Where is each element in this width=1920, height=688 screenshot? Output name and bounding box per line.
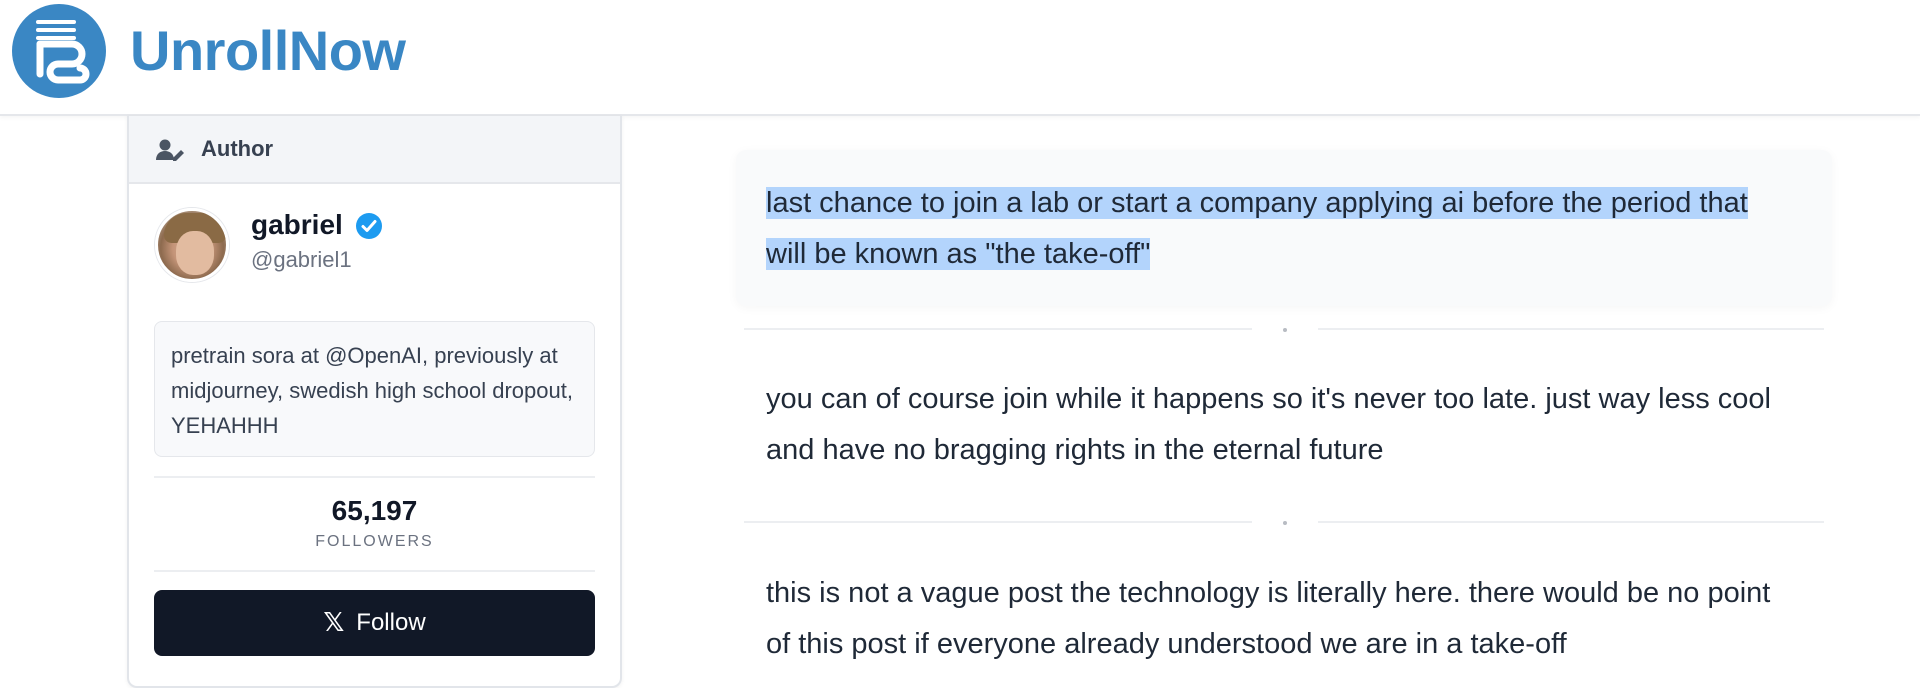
author-handle[interactable]: @gabriel1	[251, 246, 352, 274]
x-logo-icon: 𝕏	[323, 608, 345, 638]
thread-post-text: last chance to join a lab or start a com…	[766, 178, 1748, 280]
divider	[154, 476, 595, 478]
top-header: UnrollNow	[0, 0, 1920, 116]
thread-post-text: this is not a vague post the technology …	[766, 568, 1770, 670]
followers-label: FOLLOWERS	[315, 533, 434, 550]
follow-button-label: Follow	[356, 609, 426, 636]
author-card-header: Author	[129, 116, 620, 184]
post-line: will be known as "the take-off"	[766, 238, 1151, 270]
author-bio: pretrain sora at @OpenAI, previously at …	[154, 321, 595, 457]
divider	[154, 570, 595, 572]
followers-count: 65,197	[331, 495, 418, 526]
unrollnow-logo-icon[interactable]	[12, 4, 106, 98]
user-edit-icon	[155, 138, 185, 167]
separator-dot	[1283, 521, 1287, 525]
verified-badge-icon	[355, 212, 383, 245]
author-name[interactable]: gabriel	[251, 208, 343, 242]
post-line: last chance to join a lab or start a com…	[766, 187, 1748, 219]
post-line: you can of course join while it happens …	[766, 383, 1771, 415]
post-line: this is not a vague post the technology …	[766, 577, 1771, 609]
avatar[interactable]	[155, 208, 229, 282]
post-line: and have no bragging rights in the etern…	[766, 434, 1384, 466]
separator-dot	[1283, 328, 1287, 332]
post-line: of this post if everyone already underst…	[766, 628, 1567, 660]
thread-post-text: you can of course join while it happens …	[766, 374, 1771, 476]
brand-name[interactable]: UnrollNow	[130, 18, 406, 84]
author-card: Author gabriel @gabriel1 pretrain sora a…	[127, 116, 622, 688]
author-card-title: Author	[201, 136, 274, 161]
follow-button[interactable]: 𝕏 Follow	[154, 590, 595, 656]
